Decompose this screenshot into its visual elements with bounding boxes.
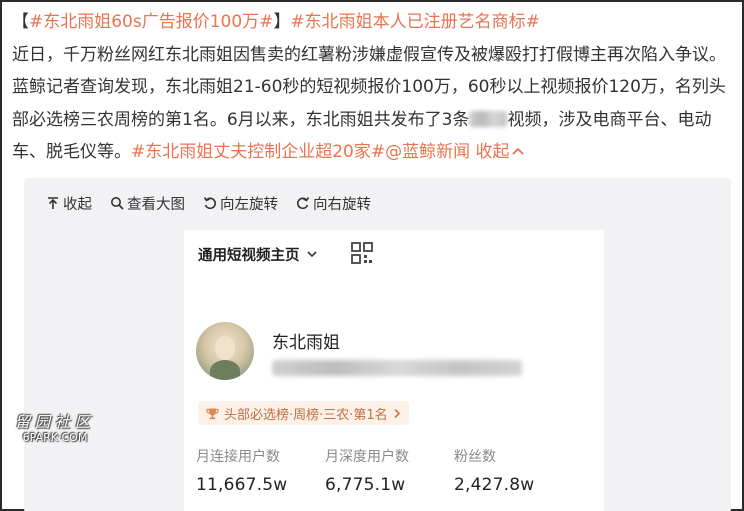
stat-label: 粉丝数 [454,449,496,465]
rank-badge-label: 头部必选榜·周榜·三农·第1名 [224,407,388,423]
stat-value: 2,427.8w [454,475,535,495]
view-large-button[interactable]: 查看大图 [110,193,185,214]
chevron-down-icon [306,251,317,258]
image-viewer-toolbar: 收起 查看大图 向左旋转 向右旋转 [46,190,371,216]
stat-value: 6,775.1w [325,475,406,495]
stat-label: 月连接用户数 [196,449,280,465]
trophy-icon [206,408,219,419]
collapse-image-label: 收起 [63,196,92,213]
chevron-right-icon [394,408,400,418]
rotate-right-icon [297,197,310,210]
rotate-right-button[interactable]: 向右旋转 [296,193,371,214]
stat-value: 11,667.5w [196,475,288,495]
collapse-post-link[interactable]: 收起 [476,142,525,162]
bracket-close: 】 [273,12,291,32]
rank-badge[interactable]: 头部必选榜·周榜·三农·第1名 [198,401,409,425]
chevron-up-icon [511,147,524,155]
collapse-post-label: 收起 [475,142,510,162]
stat-followers: 粉丝数 2,427.8w [454,445,584,495]
bracket-open: 【 [12,12,29,32]
search-icon [111,197,124,210]
avatar[interactable] [196,322,254,380]
hashtag-trademark[interactable]: #东北雨姐本人已注册艺名商标# [290,12,540,32]
stat-monthly-connected-users: 月连接用户数 11,667.5w [196,445,325,495]
username: 东北雨姐 [272,333,340,353]
stat-label: 月深度用户数 [325,449,409,465]
view-large-label: 查看大图 [127,196,185,213]
weibo-post-frame: 【#东北雨姐60s广告报价100万#】#东北雨姐本人已注册艺名商标# 近日，千万… [0,0,744,511]
rotate-left-button[interactable]: 向左旋转 [203,193,278,214]
watermark-en: 6PARK·COM [22,431,88,444]
stat-monthly-deep-users: 月深度用户数 6,775.1w [325,445,454,495]
collapse-arrow-icon [48,197,58,209]
rotate-left-icon [203,197,216,210]
qr-code-icon[interactable] [349,240,375,266]
redacted-text [469,110,508,127]
rotate-left-label: 向左旋转 [220,196,278,213]
stats-row: 月连接用户数 11,667.5w 月深度用户数 6,775.1w 粉丝数 2,4… [196,445,584,495]
watermark-cn: 留园社区 [14,413,95,431]
watermark: 留园社区 6PARK·COM [9,411,101,444]
homepage-selector-label: 通用短视频主页 [198,247,300,264]
hashtag-ad-price[interactable]: #东北雨姐60s广告报价100万# [29,12,273,32]
homepage-selector[interactable]: 通用短视频主页 [198,242,318,266]
avatar-face [215,336,235,360]
image-viewer-panel: 收起 查看大图 向左旋转 向右旋转 通用短视频主页 东北雨姐 头部必选榜·周榜·… [24,178,731,511]
hashtag-husband-companies[interactable]: #东北雨姐丈夫控制企业超20家# [131,142,385,162]
post-text: 【#东北雨姐60s广告报价100万#】#东北雨姐本人已注册艺名商标# 近日，千万… [12,6,740,169]
mention-lanjing-news[interactable]: @蓝鲸新闻 [385,142,470,162]
rotate-right-label: 向右旋转 [313,196,371,213]
collapse-image-button[interactable]: 收起 [46,193,92,214]
embedded-screenshot[interactable]: 通用短视频主页 东北雨姐 头部必选榜·周榜·三农·第1名 月连接用户数 11,6… [184,230,604,511]
redacted-account-info [272,360,522,376]
